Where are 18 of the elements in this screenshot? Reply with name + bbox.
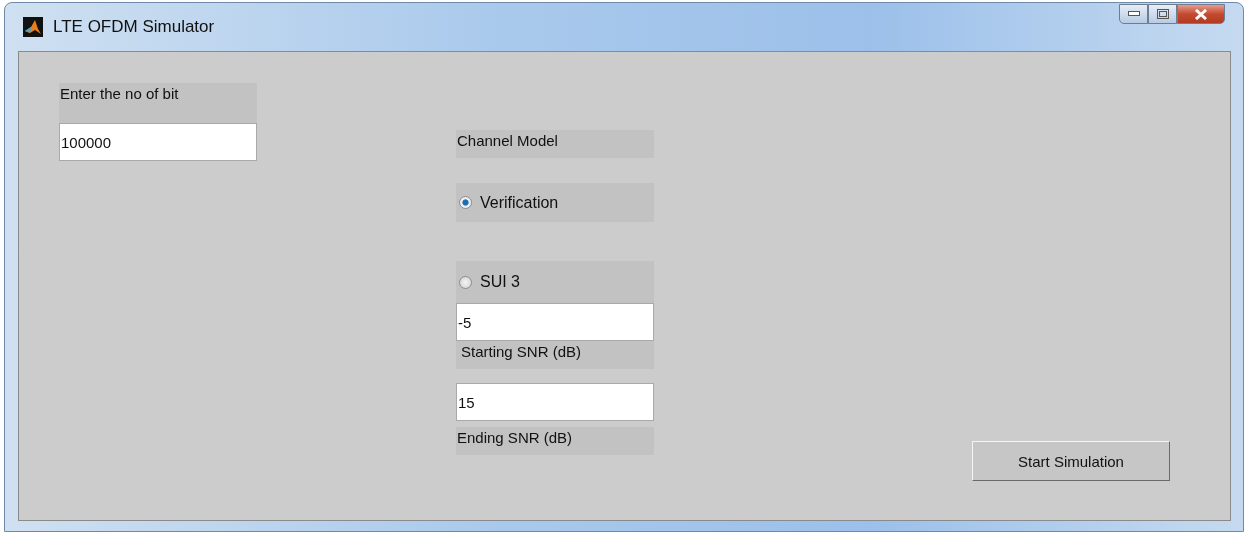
close-icon	[1194, 8, 1208, 20]
maximize-icon	[1156, 9, 1169, 19]
start-simulation-button[interactable]: Start Simulation	[972, 441, 1170, 481]
close-button[interactable]	[1177, 4, 1225, 24]
radio-option[interactable]: SUI 3	[456, 261, 654, 303]
starting-snr-field[interactable]: -5	[456, 303, 654, 341]
minimize-icon	[1127, 11, 1140, 17]
window-title: LTE OFDM Simulator	[53, 17, 215, 37]
radio-option[interactable]: Verification	[456, 183, 654, 222]
bits-input-field[interactable]: 100000	[59, 123, 257, 161]
ending-snr-field[interactable]: 15	[456, 383, 654, 421]
field-label: Ending SNR (dB)	[456, 427, 654, 455]
field-label: Starting SNR (dB)	[456, 341, 654, 369]
app-logo-icon	[23, 17, 43, 37]
minimize-button[interactable]	[1119, 4, 1148, 24]
section-label: Channel Model	[456, 130, 654, 158]
field-label: Enter the no of bit	[59, 83, 257, 123]
maximize-button[interactable]	[1148, 4, 1177, 24]
